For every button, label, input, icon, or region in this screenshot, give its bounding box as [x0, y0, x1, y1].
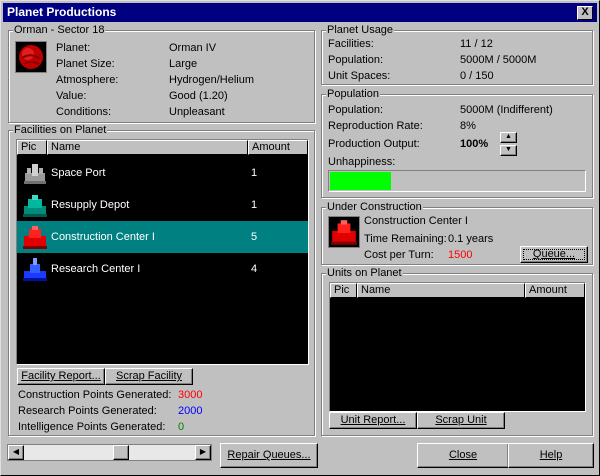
- construction-center-icon: [328, 216, 360, 248]
- construction-points-value: 3000: [178, 389, 203, 401]
- population-group-title: Population: [326, 88, 380, 100]
- time-remaining-value: 0.1 years: [448, 233, 494, 245]
- planet-size-label: Planet Size:: [56, 58, 115, 70]
- facility-amount: 5: [251, 231, 258, 243]
- arrow-right-icon: ▶: [199, 447, 207, 456]
- facility-row-construction-center[interactable]: Construction Center I 5: [17, 221, 308, 253]
- column-header-pic[interactable]: Pic: [17, 140, 47, 155]
- value-label: Value:: [56, 90, 87, 102]
- close-button[interactable]: Close: [417, 443, 509, 468]
- column-header-amount[interactable]: Amount: [248, 140, 308, 155]
- population-group: Population Population: 5000M (Indifferen…: [321, 88, 593, 198]
- facility-row-space-port[interactable]: Space Port 1: [17, 157, 308, 189]
- scrap-unit-button[interactable]: Scrap Unit: [417, 412, 505, 429]
- intelligence-points-label: Intelligence Points Generated:: [18, 421, 166, 433]
- unit-report-button[interactable]: Unit Report...: [329, 412, 417, 429]
- unit-spaces-label: Unit Spaces:: [328, 70, 391, 82]
- planet-size-value: Large: [169, 58, 198, 70]
- facility-name: Research Center I: [51, 263, 141, 275]
- unhappiness-bar: [328, 170, 586, 192]
- construction-item-name: Construction Center I: [364, 215, 468, 227]
- repair-queues-button[interactable]: Repair Queues...: [220, 443, 318, 468]
- arrow-left-icon: ◀: [12, 447, 20, 456]
- scrap-facility-button[interactable]: Scrap Facility: [105, 368, 193, 385]
- facility-name: Space Port: [51, 167, 106, 179]
- value-value: Good (1.20): [169, 90, 228, 102]
- column-header-pic[interactable]: Pic: [330, 283, 357, 298]
- space-port-icon: [21, 159, 49, 187]
- facility-report-button[interactable]: Facility Report...: [17, 368, 105, 385]
- planet-icon: [15, 41, 47, 73]
- research-points-value: 2000: [178, 405, 203, 417]
- column-header-name[interactable]: Name: [357, 283, 525, 298]
- facility-name: Resupply Depot: [51, 199, 130, 211]
- atmosphere-value: Hydrogen/Helium: [169, 74, 254, 86]
- facility-name: Construction Center I: [51, 231, 155, 243]
- queue-button[interactable]: Queue...: [520, 246, 588, 263]
- construction-center-icon: [21, 223, 49, 251]
- facilities-list[interactable]: Pic Name Amount Space Port 1 Resupply De…: [16, 139, 309, 365]
- facilities-group: Facilities on Planet Pic Name Amount Spa…: [8, 124, 315, 436]
- units-group: Units on Planet Pic Name Amount Unit Rep…: [321, 267, 593, 436]
- unhappiness-label: Unhappiness:: [328, 156, 396, 168]
- under-construction-group: Under Construction Construction Center I…: [321, 201, 593, 265]
- column-header-name[interactable]: Name: [47, 140, 248, 155]
- time-remaining-label: Time Remaining:: [364, 233, 447, 245]
- reproduction-rate-value: 8%: [460, 120, 476, 132]
- title-bar: Planet Productions X: [3, 3, 597, 22]
- unit-spaces-value: 0 / 150: [460, 70, 494, 82]
- facility-amount: 4: [251, 263, 258, 275]
- planet-productions-window: Planet Productions X Orman - Sector 18 P…: [0, 0, 600, 476]
- production-down-button[interactable]: ▼: [500, 145, 517, 156]
- facilities-usage-label: Facilities:: [328, 38, 374, 50]
- arrow-up-icon: ▲: [505, 133, 512, 140]
- production-output-value: 100%: [460, 138, 489, 150]
- cost-per-turn-label: Cost per Turn:: [364, 249, 434, 261]
- research-points-label: Research Points Generated:: [18, 405, 157, 417]
- population-value: 5000M (Indifferent): [460, 104, 553, 116]
- units-group-title: Units on Planet: [326, 267, 403, 279]
- planet-value: Orman IV: [169, 42, 217, 54]
- arrow-down-icon: ▼: [505, 146, 512, 153]
- facility-row-research-center[interactable]: Research Center I 4: [17, 253, 308, 285]
- scroll-thumb[interactable]: [113, 445, 129, 460]
- close-window-button[interactable]: X: [577, 6, 593, 20]
- help-button[interactable]: Help: [508, 443, 594, 468]
- facility-row-resupply-depot[interactable]: Resupply Depot 1: [17, 189, 308, 221]
- under-construction-group-title: Under Construction: [326, 201, 423, 213]
- planet-label: Planet:: [56, 42, 91, 54]
- construction-points-label: Construction Points Generated:: [18, 389, 172, 401]
- scroll-left-button[interactable]: ◀: [8, 445, 24, 460]
- intelligence-points-value: 0: [178, 421, 185, 433]
- research-center-icon: [21, 255, 49, 283]
- facilities-usage-value: 11 / 12: [460, 38, 493, 50]
- population-label: Population:: [328, 104, 384, 116]
- production-output-label: Production Output:: [328, 138, 420, 150]
- column-header-amount[interactable]: Amount: [525, 283, 585, 298]
- horizontal-scrollbar[interactable]: ◀ ▶: [7, 444, 212, 461]
- production-up-button[interactable]: ▲: [500, 132, 517, 143]
- window-title: Planet Productions: [7, 5, 117, 19]
- reproduction-rate-label: Reproduction Rate:: [328, 120, 423, 132]
- unhappiness-bar-fill: [330, 172, 391, 190]
- planet-usage-group: Planet Usage Facilities: 11 / 12 Populat…: [321, 24, 593, 85]
- resupply-depot-icon: [21, 191, 49, 219]
- units-list[interactable]: Pic Name Amount: [329, 282, 586, 412]
- population-usage-value: 5000M / 5000M: [460, 54, 537, 66]
- atmosphere-label: Atmosphere:: [56, 74, 119, 86]
- facility-amount: 1: [251, 167, 258, 179]
- facility-amount: 1: [251, 199, 258, 211]
- conditions-label: Conditions:: [56, 106, 112, 118]
- planet-info-group: Orman - Sector 18 Planet: Orman IV Plane…: [8, 24, 315, 123]
- population-usage-label: Population:: [328, 54, 384, 66]
- conditions-value: Unpleasant: [169, 106, 225, 118]
- facilities-group-title: Facilities on Planet: [13, 124, 108, 136]
- scroll-right-button[interactable]: ▶: [195, 445, 211, 460]
- planet-group-title: Orman - Sector 18: [13, 24, 106, 36]
- cost-per-turn-value: 1500: [448, 249, 473, 261]
- usage-group-title: Planet Usage: [326, 24, 395, 36]
